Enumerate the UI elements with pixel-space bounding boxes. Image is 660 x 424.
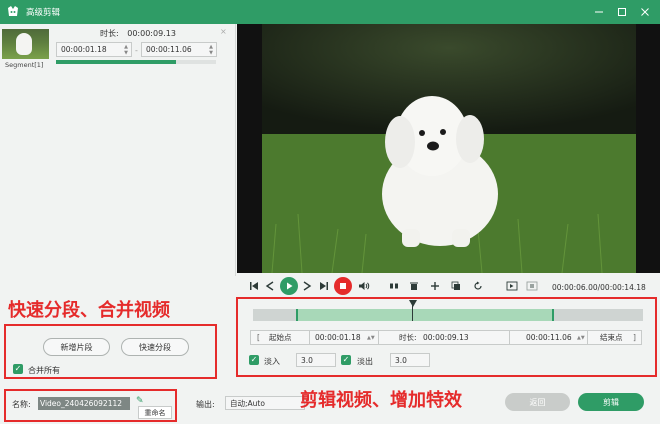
segment-duration: 时长: 00:00:09.13 [100, 28, 176, 39]
fade-out-checkbox[interactable]: ✓ [341, 355, 351, 365]
maximize-icon[interactable] [611, 0, 633, 24]
fade-out-input[interactable]: 3.0 [390, 353, 430, 367]
fade-in-checkbox[interactable]: ✓ [249, 355, 259, 365]
bracket-close: ] [633, 333, 636, 342]
skip-end-icon[interactable] [317, 278, 331, 294]
video-preview[interactable] [262, 24, 636, 273]
add-segment-button[interactable]: 新增片段 [43, 338, 110, 356]
app-logo-icon [8, 6, 18, 16]
playback-time: 00:00:06.00/00:00:14.18 [552, 283, 646, 292]
name-input[interactable]: Video_240426092112 [38, 397, 130, 410]
back-button[interactable]: 返回 [505, 393, 570, 411]
stop-button[interactable] [334, 277, 352, 295]
title-bar: 高级剪辑 [0, 0, 660, 24]
stop-icon [340, 283, 346, 289]
split-icon[interactable] [387, 278, 401, 294]
playhead-line [412, 305, 413, 321]
trim-divider [509, 331, 510, 344]
range-dash: - [135, 46, 138, 55]
quick-split-button[interactable]: 快速分段 [121, 338, 189, 356]
advanced-editor-window: 高级剪辑 Segment[1] 时长: 00:00:09.13 00:00:01… [0, 0, 660, 424]
total-time: 00:00:14.18 [600, 283, 646, 292]
video-frame [262, 24, 636, 273]
segment-duration-value: 00:00:09.13 [127, 29, 176, 38]
next-frame-icon[interactable] [301, 278, 313, 294]
trim-duration-label: 时长: [399, 333, 417, 342]
right-annotation-caption: 剪辑视频、增加特效 [300, 390, 462, 411]
segment-progress-fill [56, 60, 176, 64]
segment-end-value: 00:00:11.06 [146, 45, 192, 54]
window-title: 高级剪辑 [26, 8, 61, 18]
output-label: 输出: [196, 400, 215, 409]
play-button[interactable] [280, 277, 298, 295]
spinner-icon[interactable]: ▲▼ [209, 44, 213, 56]
segment-progress-bar [56, 60, 216, 64]
copy-icon[interactable] [449, 278, 463, 294]
spinner-icon[interactable]: ▲▼ [367, 331, 375, 344]
fade-out-label: 淡出 [357, 357, 373, 366]
minimize-icon[interactable] [588, 0, 610, 24]
trim-controls: [ 起始点 00:00:01.18 ▲▼ 时长: 00:00:09.13 00:… [250, 330, 642, 345]
prev-frame-icon[interactable] [263, 278, 277, 294]
add-icon[interactable] [428, 278, 442, 294]
cut-button[interactable]: 剪辑 [578, 393, 644, 411]
segment-end-input[interactable]: 00:00:11.06 ▲ ▼ [141, 42, 217, 57]
bracket-open: [ [257, 333, 260, 342]
mark-in-icon[interactable] [505, 278, 519, 294]
segment-label: Segment[1] [5, 61, 44, 69]
segment-list-panel: Segment[1] 时长: 00:00:09.13 00:00:01.18 ▲… [0, 24, 236, 276]
trim-divider [378, 331, 379, 344]
close-icon[interactable] [634, 0, 656, 24]
playhead-handle[interactable] [409, 300, 417, 307]
trim-start-input[interactable]: 00:00:01.18 [315, 331, 361, 344]
fade-in-value: 3.0 [301, 355, 313, 365]
name-value: Video_240426092112 [40, 399, 123, 408]
segment-remove-icon[interactable]: × [220, 27, 227, 36]
dog-thumbnail-shape [16, 33, 32, 55]
output-select[interactable]: 自动;Auto [225, 396, 305, 410]
segment-duration-label: 时长: [100, 29, 119, 38]
play-icon [287, 282, 293, 290]
end-point-button[interactable]: 结束点 [600, 331, 623, 344]
merge-all-checkbox[interactable]: ✓ [13, 364, 23, 374]
volume-icon[interactable] [356, 278, 372, 294]
segment-thumbnail[interactable] [2, 29, 49, 59]
mark-out-icon[interactable] [525, 278, 539, 294]
spinner-icon[interactable]: ▲▼ [124, 44, 128, 56]
edit-pencil-icon[interactable]: ✎ [136, 396, 144, 406]
fade-out-value: 3.0 [395, 355, 407, 365]
trim-divider [309, 331, 310, 344]
segment-start-value: 00:00:01.18 [61, 45, 107, 54]
trim-divider [587, 331, 588, 344]
start-point-button[interactable]: 起始点 [269, 331, 292, 344]
timeline-selection[interactable] [296, 309, 554, 321]
delete-icon[interactable] [407, 278, 421, 294]
rename-tooltip: 重命名 [138, 406, 172, 419]
left-annotation-caption: 快速分段、合并视频 [8, 300, 170, 321]
trim-duration-value: 00:00:09.13 [423, 333, 469, 342]
current-time: 00:00:06.00 [552, 283, 598, 292]
output-value: 自动;Auto [230, 398, 265, 408]
merge-all-label: 合并所有 [28, 366, 60, 375]
name-label: 名称: [12, 400, 31, 409]
fade-in-input[interactable]: 3.0 [296, 353, 336, 367]
skip-start-icon[interactable] [247, 278, 261, 294]
spinner-icon[interactable]: ▲▼ [577, 331, 585, 344]
segment-start-input[interactable]: 00:00:01.18 ▲ ▼ [56, 42, 132, 57]
fade-in-label: 淡入 [264, 357, 280, 366]
trim-end-input[interactable]: 00:00:11.06 [526, 331, 572, 344]
reset-icon[interactable] [471, 278, 485, 294]
